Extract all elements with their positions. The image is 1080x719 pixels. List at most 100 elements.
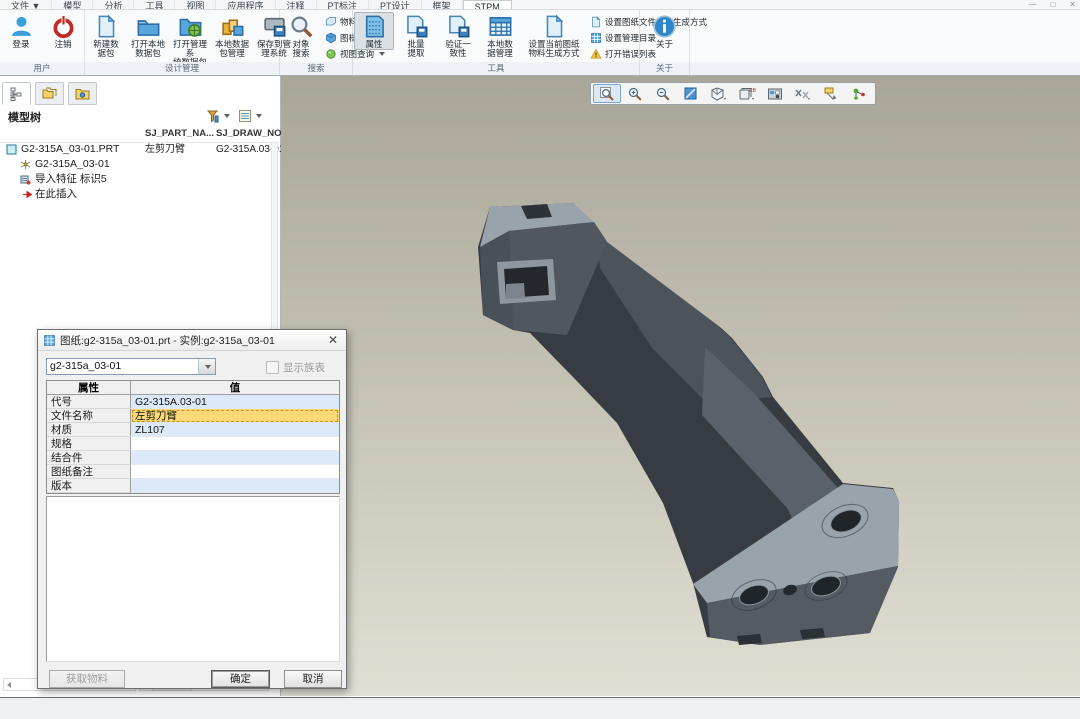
tab-applications[interactable]: 应用程序 xyxy=(216,0,275,9)
open-system-package-button[interactable]: 打开管理系 统数据包 xyxy=(170,12,210,68)
tab-annotate[interactable]: 注释 xyxy=(276,0,317,9)
folder-browser-tab[interactable] xyxy=(35,82,64,105)
tab-file[interactable]: 文件 ▼ xyxy=(0,0,52,9)
power-icon xyxy=(51,14,76,39)
attributes-icon xyxy=(362,14,387,39)
maximize-icon[interactable]: □ xyxy=(1050,0,1055,9)
favorites-tab[interactable] xyxy=(68,82,97,105)
ribbon-group-labels: 用户 设计管理 搜索 工具 关于 xyxy=(0,62,1080,76)
tree-row-import-feature[interactable]: 导入特征 标识5 xyxy=(0,172,272,187)
tree-row-csys[interactable]: G2-315A_03-01 xyxy=(0,157,272,172)
model-tree-header: 模型树 xyxy=(0,106,272,128)
column-header-part-name[interactable]: SJ_PART_NA... xyxy=(145,128,214,139)
tab-view[interactable]: 视图 xyxy=(175,0,216,9)
tree-row-part[interactable]: G2-315A_03-01.PRT 左剪刀臂 G2-315A.03-01 xyxy=(0,142,272,157)
model-tree-tab[interactable] xyxy=(2,82,31,105)
prop-value-material[interactable]: ZL107 xyxy=(131,423,339,437)
about-button[interactable]: 关于 xyxy=(645,12,685,50)
close-window-icon[interactable]: ✕ xyxy=(1069,0,1076,9)
model-tree: G2-315A_03-01.PRT 左剪刀臂 G2-315A.03-01 G2-… xyxy=(0,142,272,202)
window-controls: — □ ✕ xyxy=(1028,0,1076,9)
column-header-draw-no[interactable]: SJ_DRAW_NO xyxy=(216,128,281,139)
dialog-close-icon[interactable]: ✕ xyxy=(325,332,341,348)
local-data-manage-button[interactable]: 本地数 据管理 xyxy=(480,12,520,59)
ribbon-tab-bar: 文件 ▼ 模型 分析 工具 视图 应用程序 注释 PT标注 PT设计 框架 ST… xyxy=(0,0,1080,10)
dialog-title-bar[interactable]: 图纸:g2-315a_03-01.prt - 实例:g2-315a_03-01 … xyxy=(38,330,346,351)
local-manage-icon xyxy=(220,14,245,39)
chevron-down-icon[interactable] xyxy=(224,114,230,118)
table-header-property: 属性 xyxy=(47,381,131,395)
view-query-icon xyxy=(325,48,337,60)
ribbon-group-tools: 属性 批量 提取 验证一 致性 本地数 据管理 设置当前图纸 物料生成方式 xyxy=(353,10,640,62)
prop-label: 代号 xyxy=(47,395,131,409)
group-label-user: 用户 xyxy=(0,62,85,75)
family-table-checkbox[interactable]: 显示族表 xyxy=(266,360,325,375)
doc-class-icon xyxy=(325,32,337,44)
tab-pt-design[interactable]: PT设计 xyxy=(369,0,422,9)
minimize-icon[interactable]: — xyxy=(1028,0,1036,9)
dropdown-button[interactable] xyxy=(198,359,215,374)
tab-framework[interactable]: 框架 xyxy=(422,0,463,9)
group-label-search: 搜索 xyxy=(280,62,353,75)
prop-value-version[interactable] xyxy=(131,479,339,493)
prop-label: 图纸备注 xyxy=(47,465,131,479)
properties-dialog: 图纸:g2-315a_03-01.prt - 实例:g2-315a_03-01 … xyxy=(37,329,347,689)
prop-value-drawing-note[interactable] xyxy=(131,465,339,479)
status-bar xyxy=(0,697,1080,719)
batch-extract-button[interactable]: 批量 提取 xyxy=(396,12,436,59)
tab-analysis[interactable]: 分析 xyxy=(93,0,134,9)
prop-value-spec[interactable] xyxy=(131,437,339,451)
ok-button[interactable]: 确定 xyxy=(211,670,270,688)
ribbon-group-search: 对象 搜索 物料分类 图档分类 视图查询 xyxy=(280,10,353,62)
tree-row-insert-here[interactable]: 在此插入 xyxy=(0,187,272,202)
dialog-icon xyxy=(43,334,56,347)
batch-extract-icon xyxy=(404,14,429,39)
local-package-manage-button[interactable]: 本地数据 包管理 xyxy=(212,12,252,59)
csys-icon xyxy=(20,159,31,170)
tab-tools[interactable]: 工具 xyxy=(134,0,175,9)
verify-consistency-button[interactable]: 验证一 致性 xyxy=(438,12,478,59)
prop-value-code[interactable]: G2-315A.03-01 xyxy=(131,395,339,409)
doc-structure-icon xyxy=(590,16,602,28)
tree-filter-icon[interactable] xyxy=(206,109,220,123)
properties-table: 属性 值 代号 G2-315A.03-01 文件名称 左剪刀臂 材质 ZL107… xyxy=(46,380,340,494)
open-local-icon xyxy=(136,14,161,39)
application-window: 文件 ▼ 模型 分析 工具 视图 应用程序 注释 PT标注 PT设计 框架 ST… xyxy=(0,0,1080,719)
3d-model-part[interactable] xyxy=(281,76,1080,696)
prop-value-file-name[interactable]: 左剪刀臂 xyxy=(131,409,339,423)
navigator-tabs xyxy=(2,82,97,104)
instance-dropdown[interactable]: g2-315a_03-01 xyxy=(46,358,216,375)
cancel-button[interactable]: 取消 xyxy=(284,670,342,688)
info-icon xyxy=(652,14,677,39)
login-button[interactable]: 登录 xyxy=(1,12,41,50)
prop-value-assembly[interactable] xyxy=(131,451,339,465)
dialog-list-area xyxy=(46,496,340,662)
prop-label: 规格 xyxy=(47,437,131,451)
model-tree-title: 模型树 xyxy=(8,109,41,125)
group-label-about: 关于 xyxy=(640,62,690,75)
tree-settings-icon[interactable] xyxy=(238,109,252,123)
sheet-material-mode-button[interactable]: 设置当前图纸 物料生成方式 xyxy=(522,12,586,59)
fetch-material-button[interactable]: 获取物料 xyxy=(49,670,125,688)
tab-stpm[interactable]: STPM xyxy=(463,0,512,9)
3d-viewport[interactable]: RB xyxy=(281,76,1080,696)
object-search-button[interactable]: 对象 搜索 xyxy=(281,12,321,59)
new-package-icon xyxy=(94,14,119,39)
attributes-button[interactable]: 属性 xyxy=(354,12,394,50)
tab-pt-annotation[interactable]: PT标注 xyxy=(317,0,370,9)
folder-browser-tab-icon xyxy=(42,87,57,100)
object-search-icon xyxy=(289,14,314,39)
error-list-icon xyxy=(590,48,602,60)
import-feature-icon xyxy=(20,174,31,185)
open-system-icon xyxy=(178,14,203,39)
scroll-left-icon[interactable] xyxy=(7,682,11,688)
tab-model[interactable]: 模型 xyxy=(52,0,93,9)
logout-button[interactable]: 注销 xyxy=(43,12,83,50)
new-package-button[interactable]: 新建数 据包 xyxy=(86,12,126,59)
checkbox-label: 显示族表 xyxy=(283,360,325,375)
prop-label: 版本 xyxy=(47,479,131,493)
checkbox-box[interactable] xyxy=(266,361,279,374)
chevron-down-icon[interactable] xyxy=(256,114,262,118)
open-local-package-button[interactable]: 打开本地 数据包 xyxy=(128,12,168,59)
ribbon-group-user: 登录 注销 xyxy=(0,10,85,62)
